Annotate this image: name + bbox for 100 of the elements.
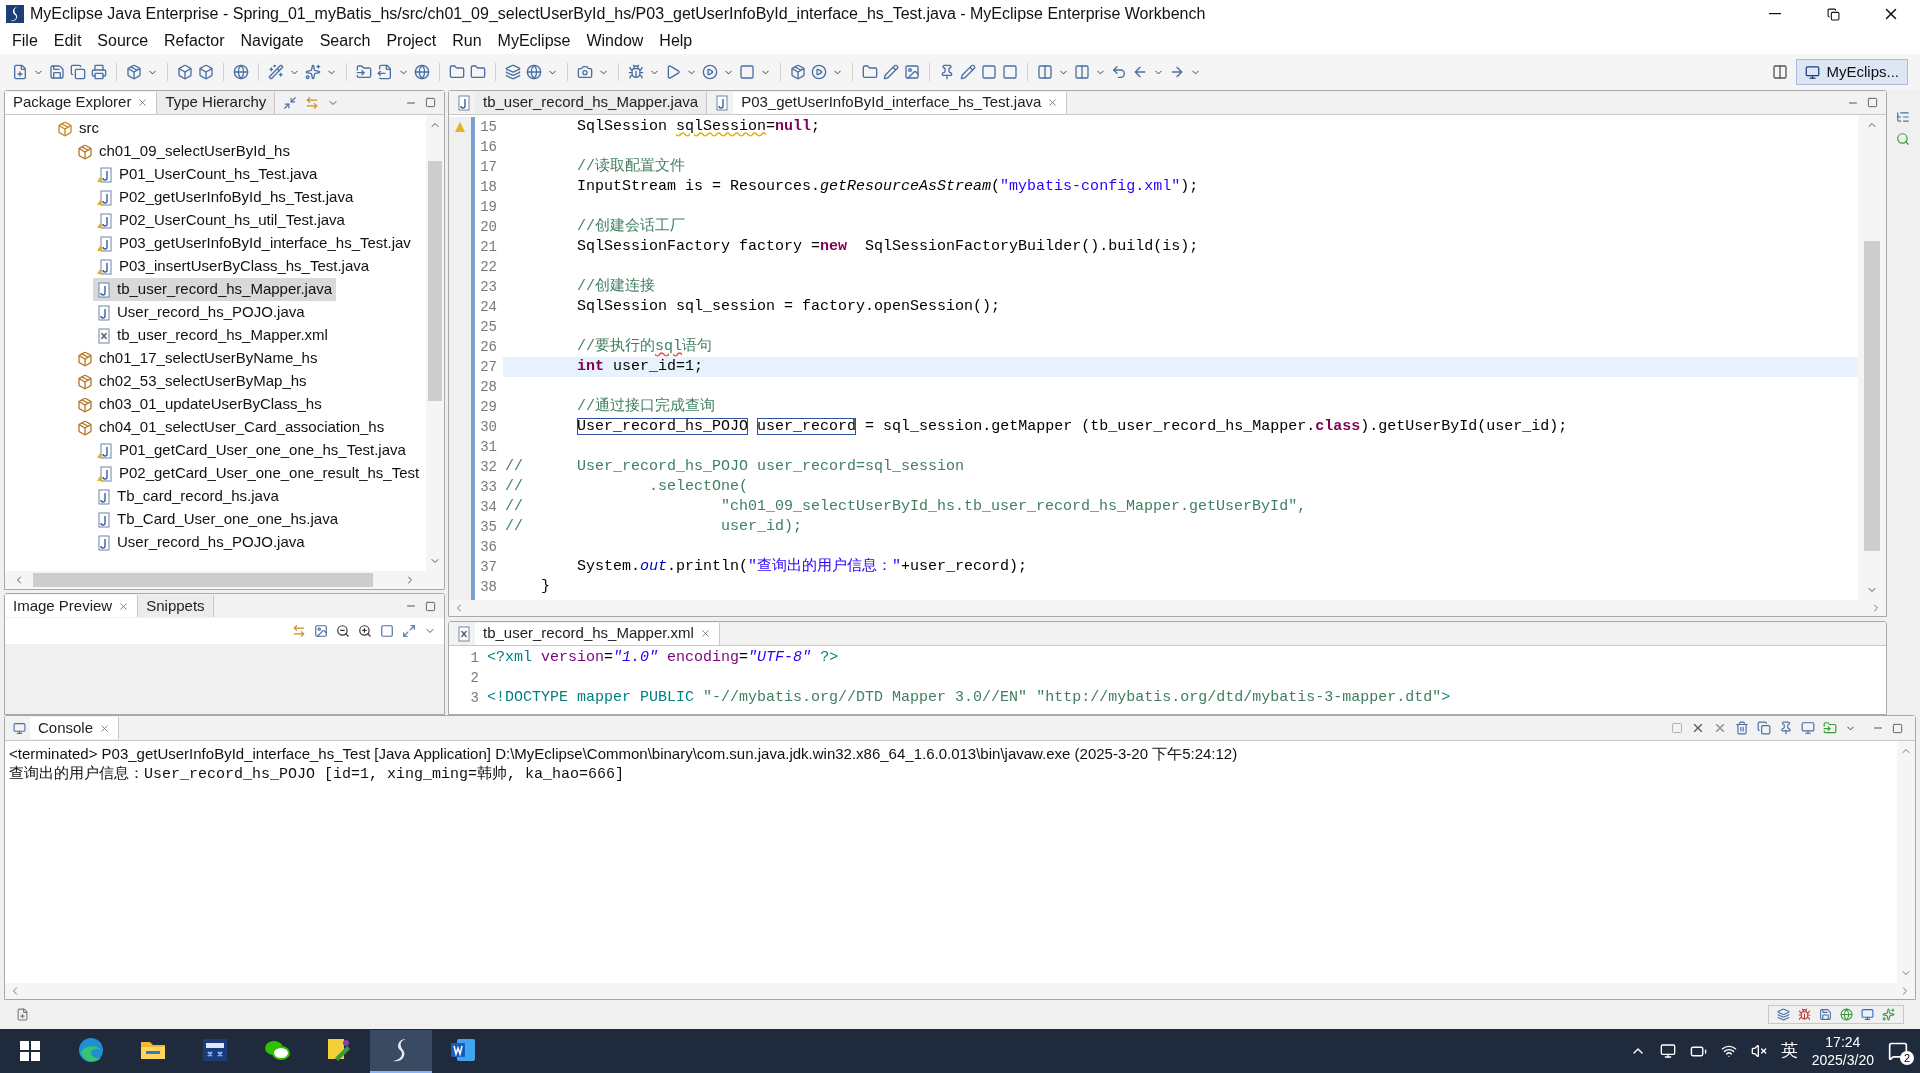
layers-icon[interactable] [1777, 1008, 1790, 1021]
layers-icon[interactable] [505, 64, 521, 80]
link-editor-icon[interactable] [305, 95, 320, 110]
back-icon[interactable] [1132, 64, 1148, 80]
forward-icon[interactable] [1169, 64, 1185, 80]
input-method-indicator[interactable]: 英 [1780, 1038, 1798, 1064]
tree-item[interactable]: P03_insertUserByClass_hs_Test.java [93, 255, 374, 278]
folder-icon[interactable] [449, 64, 465, 80]
close-icon[interactable] [699, 628, 711, 639]
start-icon[interactable] [20, 1041, 40, 1061]
tree-item[interactable]: P03_getUserInfoById_interface_hs_Test.jav [93, 232, 415, 255]
tree-item[interactable]: tb_user_record_hs_Mapper.xml [93, 324, 332, 347]
wand-icon[interactable] [268, 64, 284, 80]
pin-icon[interactable] [1779, 721, 1793, 735]
actual-size-icon[interactable] [380, 624, 394, 638]
save-icon[interactable] [1819, 1008, 1832, 1021]
search-icon[interactable] [1896, 132, 1910, 146]
scrollbar-thumb[interactable] [428, 161, 442, 401]
tree-item[interactable]: Tb_Card_User_one_one_hs.java [93, 508, 342, 531]
perspective-button[interactable]: MyEclips... [1796, 59, 1908, 85]
file-plus-icon[interactable] [12, 64, 28, 80]
tree-item[interactable]: P02_getUserInfoById_hs_Test.java [93, 186, 358, 209]
file-output-icon[interactable] [377, 64, 393, 80]
globe-icon[interactable] [414, 64, 430, 80]
pencil-icon[interactable] [960, 64, 976, 80]
tree-item[interactable]: src [53, 117, 103, 140]
menu-item[interactable]: MyEclipse [489, 29, 579, 53]
menu-item[interactable]: Run [444, 29, 490, 53]
menu-item[interactable]: Navigate [232, 29, 312, 53]
tree-item[interactable]: User_record_hs_POJO.java [93, 301, 309, 324]
package-icon[interactable] [790, 64, 806, 80]
maximize-icon[interactable] [425, 600, 436, 612]
view-tab[interactable]: tb_user_record_hs_Mapper.xml [475, 622, 720, 645]
sparkles-icon[interactable] [1882, 1008, 1895, 1021]
globe-icon[interactable] [1840, 1008, 1853, 1021]
zoom-out-icon[interactable] [336, 624, 350, 638]
pencil-icon[interactable] [883, 64, 899, 80]
open-perspective-icon[interactable] [1772, 64, 1789, 80]
package-icon[interactable] [126, 64, 142, 80]
folder-icon[interactable] [470, 64, 486, 80]
menu-item[interactable]: Search [311, 29, 379, 53]
stop-icon[interactable] [739, 64, 755, 80]
debug-icon[interactable] [1798, 1008, 1811, 1021]
remove-launch-icon[interactable] [1691, 721, 1705, 735]
menu-item[interactable]: File [4, 29, 46, 53]
image-icon[interactable] [314, 624, 328, 638]
tree-item[interactable]: ch03_01_updateUserByClass_hs [73, 393, 326, 416]
sync-icon[interactable] [292, 624, 306, 638]
view-tab[interactable]: P03_getUserInfoById_interface_hs_Test.java [733, 91, 1068, 114]
collapse-all-icon[interactable] [283, 95, 298, 110]
close-icon[interactable] [137, 97, 149, 108]
status-add-icon[interactable] [16, 1008, 29, 1021]
menu-item[interactable]: Window [578, 29, 652, 53]
cube-icon[interactable] [177, 64, 193, 80]
globe-icon[interactable] [526, 64, 542, 80]
view-tab[interactable]: Console [30, 717, 120, 739]
view-tab[interactable]: Snippets [138, 595, 214, 617]
debug-icon[interactable] [628, 64, 644, 80]
browser-icon[interactable] [76, 1035, 106, 1065]
print-icon[interactable] [91, 64, 107, 80]
wifi-icon[interactable] [1720, 1043, 1737, 1059]
close-icon[interactable] [99, 722, 111, 734]
maximize-icon[interactable] [1867, 97, 1878, 108]
open-console-icon[interactable] [1823, 721, 1837, 735]
square-icon[interactable] [981, 64, 997, 80]
close-icon[interactable] [118, 600, 130, 612]
clock-date[interactable]: 2025/3/20 [1811, 1051, 1874, 1069]
columns-icon[interactable] [1037, 64, 1053, 80]
columns-icon[interactable] [1074, 64, 1090, 80]
camera-icon[interactable] [577, 64, 593, 80]
pin-icon[interactable] [939, 64, 955, 80]
folder-icon[interactable] [862, 64, 878, 80]
maximize-icon[interactable] [425, 97, 436, 108]
menu-item[interactable]: Source [89, 29, 157, 53]
maximize-icon[interactable] [1892, 722, 1903, 734]
view-tab[interactable]: Package Explorer [5, 91, 158, 114]
image-icon[interactable] [904, 64, 920, 80]
cube-icon[interactable] [198, 64, 214, 80]
menu-item[interactable]: Project [378, 29, 445, 53]
tree-item[interactable]: P01_getCard_User_one_one_hs_Test.java [93, 439, 410, 462]
display-icon[interactable] [1861, 1008, 1874, 1021]
tray-app-icon[interactable] [1659, 1043, 1676, 1059]
tree-item[interactable]: User_record_hs_POJO.java [93, 531, 309, 554]
copy-icon[interactable] [1757, 721, 1771, 735]
tree-item[interactable]: ch01_09_selectUserById_hs [73, 140, 294, 163]
copy-icon[interactable] [70, 64, 86, 80]
view-tab[interactable]: tb_user_record_hs_Mapper.java [475, 91, 708, 114]
tree-item[interactable]: P02_getCard_User_one_one_result_hs_Test [93, 462, 424, 485]
menu-item[interactable]: Refactor [156, 29, 233, 53]
scrollbar-thumb[interactable] [33, 573, 373, 587]
remove-all-icon[interactable] [1713, 721, 1727, 735]
clear-console-icon[interactable] [1735, 721, 1749, 735]
volume-muted-icon[interactable] [1750, 1043, 1767, 1059]
menu-item[interactable]: Help [651, 29, 701, 53]
globe-icon[interactable] [233, 64, 249, 80]
outline-icon[interactable] [1896, 110, 1910, 124]
view-tab[interactable]: Type Hierarchy [157, 91, 276, 114]
tree-item[interactable]: ch01_17_selectUserByName_hs [73, 347, 322, 370]
square-icon[interactable] [1002, 64, 1018, 80]
tree-item[interactable]: ch02_53_selectUserByMap_hs [73, 370, 311, 393]
